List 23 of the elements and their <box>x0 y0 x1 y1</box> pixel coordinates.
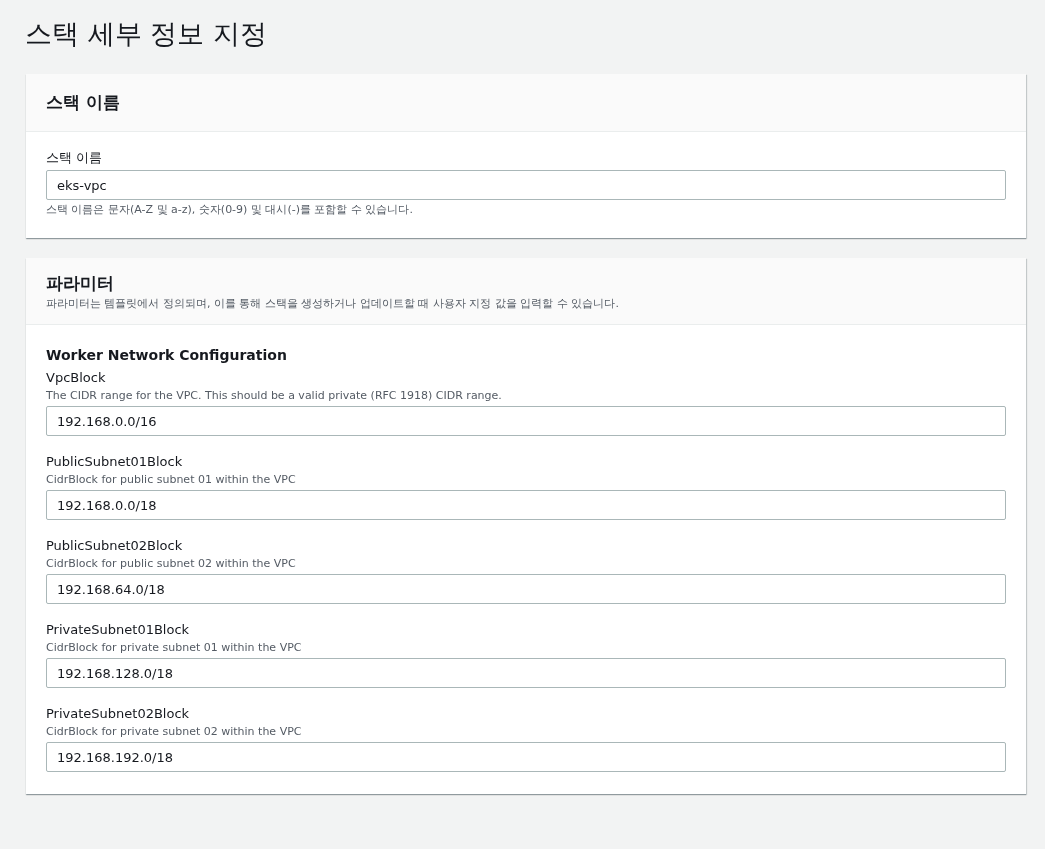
input-field[interactable]: 192.168.64.0/18 <box>46 574 1006 604</box>
field-description: CidrBlock for private subnet 02 within the VPC <box>46 724 303 740</box>
input-field[interactable]: eks-vpc <box>46 170 1006 200</box>
field-hint: 스택 이름은 문자(A-Z 및 a-z), 숫자(0-9) 및 대시(-)를 포함할 수 있습니다. <box>46 202 414 218</box>
input-field[interactable]: 192.168.192.0/18 <box>46 742 1006 772</box>
field-description: The CIDR range for the VPC. This should be a valid private (RFC 1918) CIDR range. <box>46 388 503 404</box>
input-field[interactable]: 192.168.0.0/16 <box>46 406 1006 436</box>
field-label: PublicSubnet01Block <box>46 453 184 471</box>
card-title: 스택 이름 <box>46 91 121 114</box>
page-title: 스택 세부 정보 지정 <box>25 17 268 51</box>
field-label: VpcBlock <box>46 369 107 387</box>
input-field[interactable]: 192.168.128.0/18 <box>46 658 1006 688</box>
field-description: CidrBlock for private subnet 01 within the VPC <box>46 640 303 656</box>
card-title: 파라미터 <box>46 272 115 295</box>
field-label: PrivateSubnet02Block <box>46 705 191 723</box>
field-label: PublicSubnet02Block <box>46 537 184 555</box>
field-description: CidrBlock for public subnet 02 within the VPC <box>46 556 297 572</box>
field-label: PrivateSubnet01Block <box>46 621 191 639</box>
group-title: Worker Network Configuration <box>46 346 288 365</box>
field-description: CidrBlock for public subnet 01 within the VPC <box>46 472 297 488</box>
input-field[interactable]: 192.168.0.0/18 <box>46 490 1006 520</box>
field-label: 스택 이름 <box>46 149 104 167</box>
card-description: 파라미터는 템플릿에서 정의되며, 이를 통해 스택을 생성하거나 업데이트할 때 사용자 지정 값을 입력할 수 있습니다. <box>46 296 620 312</box>
